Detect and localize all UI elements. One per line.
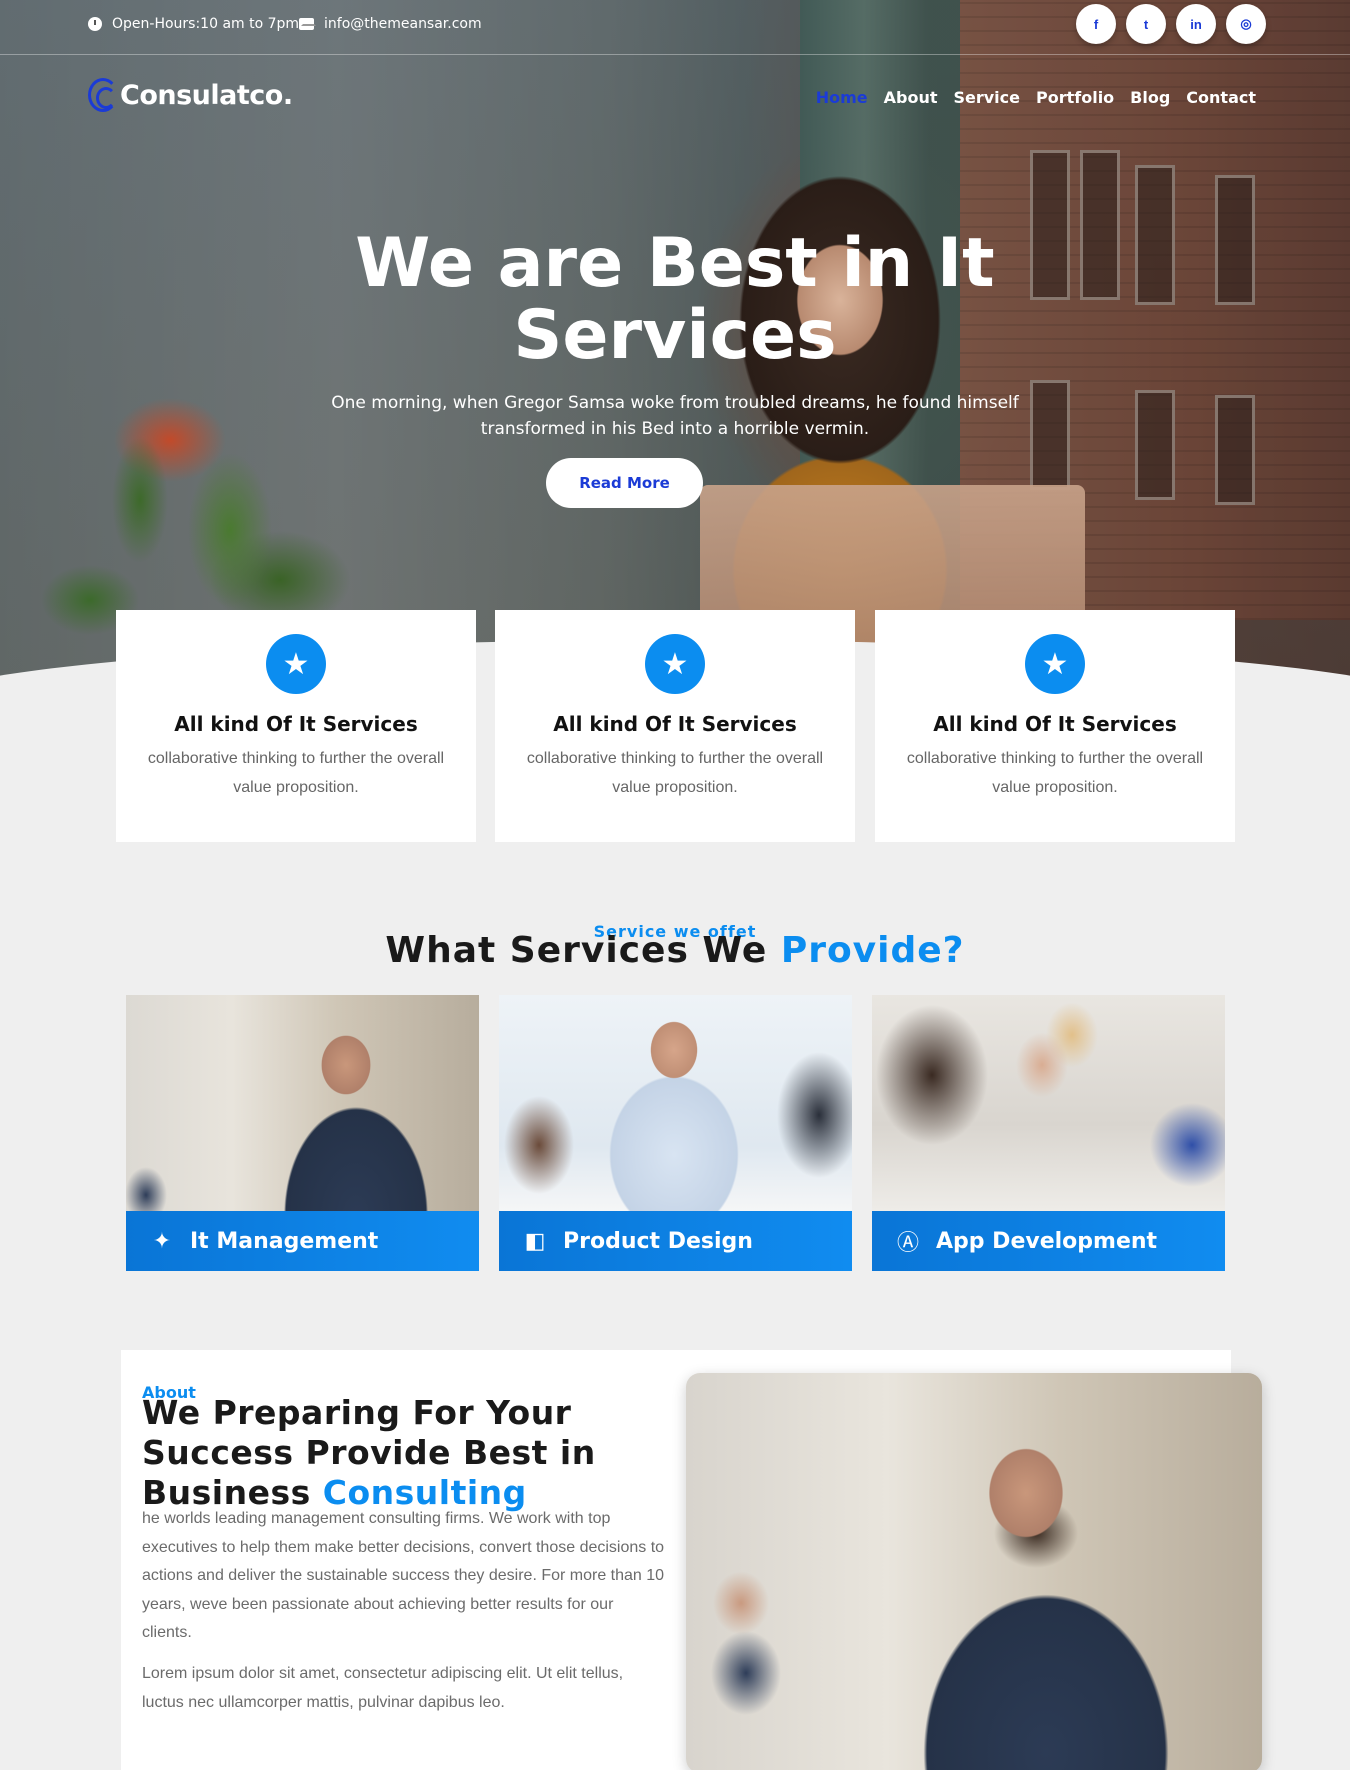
flipboard-icon: ◧ [524, 1228, 546, 1253]
service-card-product-design[interactable]: ◧ Product Design [499, 995, 852, 1271]
nav-item-about[interactable]: About [884, 88, 938, 107]
hero-title-line2: Services [513, 296, 837, 375]
logo-text: Consulatco. [120, 79, 293, 111]
feature-card: ★ All kind Of It Services collaborative … [116, 610, 476, 842]
service-card-it-management[interactable]: ✦ It Management [126, 995, 479, 1271]
feature-card: ★ All kind Of It Services collaborative … [495, 610, 855, 842]
social-links: f t in ◎ [1076, 4, 1266, 44]
services-title-text: What Services We [385, 930, 768, 971]
contact-email[interactable]: info@themeansar.com [299, 16, 482, 32]
hero-subtitle: One morning, when Gregor Samsa woke from… [225, 390, 1125, 442]
service-photo [872, 995, 1225, 1211]
feature-title: All kind Of It Services [553, 712, 797, 736]
twitter-icon[interactable]: t [1126, 4, 1166, 44]
feature-text: collaborative thinking to further the ov… [906, 750, 1204, 796]
top-bar: Open-Hours:10 am to 7pm info@themeansar.… [0, 0, 1350, 55]
about-paragraph: he worlds leading management consulting … [142, 1510, 665, 1641]
nav-item-service[interactable]: Service [953, 88, 1020, 107]
service-photo [126, 995, 479, 1211]
hero-title: We are Best in It Services [175, 228, 1175, 372]
service-label: Product Design [563, 1228, 753, 1254]
feature-text: collaborative thinking to further the ov… [147, 750, 445, 796]
star-icon: ★ [1025, 634, 1085, 694]
contact-email-text[interactable]: info@themeansar.com [324, 16, 482, 32]
logo-icon [88, 78, 118, 112]
site-logo[interactable]: Consulatco. [88, 78, 293, 112]
instagram-icon[interactable]: ◎ [1226, 4, 1266, 44]
services-title: What Services We Provide? [0, 930, 1350, 971]
facebook-icon[interactable]: f [1076, 4, 1116, 44]
envelope-icon [299, 18, 316, 30]
opening-hours: Open-Hours:10 am to 7pm [88, 16, 299, 32]
building-window [1135, 390, 1175, 500]
about-paragraph: Lorem ipsum dolor sit amet, consectetur … [142, 1665, 624, 1711]
about-title: We Preparing For Your Success Provide Be… [142, 1393, 662, 1513]
read-more-button[interactable]: Read More [546, 458, 703, 508]
feature-title: All kind Of It Services [174, 712, 418, 736]
services-title-accent: Provide? [780, 930, 965, 971]
nav-item-portfolio[interactable]: Portfolio [1036, 88, 1114, 107]
star-icon: ★ [645, 634, 705, 694]
about-photo [686, 1373, 1262, 1770]
service-label: It Management [190, 1228, 379, 1254]
main-nav: Home About Service Portfolio Blog Contac… [816, 88, 1256, 107]
app-store-icon: Ⓐ [896, 1230, 919, 1255]
hero-subtitle-line1: One morning, when Gregor Samsa woke from… [331, 393, 1019, 413]
service-label-bar: Ⓐ App Development [872, 1211, 1225, 1271]
feature-title: All kind Of It Services [933, 712, 1177, 736]
star-icon: ★ [266, 634, 326, 694]
nav-item-blog[interactable]: Blog [1130, 88, 1170, 107]
service-card-app-development[interactable]: Ⓐ App Development [872, 995, 1225, 1271]
hero-title-line1: We are Best in It [355, 224, 995, 303]
nav-item-home[interactable]: Home [816, 88, 868, 107]
building-window [1215, 395, 1255, 505]
service-photo [499, 995, 852, 1211]
clock-icon [88, 17, 102, 31]
linkedin-icon[interactable]: in [1176, 4, 1216, 44]
nav-item-contact[interactable]: Contact [1186, 88, 1256, 107]
service-label-bar: ✦ It Management [126, 1211, 479, 1271]
feature-text: collaborative thinking to further the ov… [526, 750, 824, 796]
service-label-bar: ◧ Product Design [499, 1211, 852, 1271]
feature-card: ★ All kind Of It Services collaborative … [875, 610, 1235, 842]
hero-subtitle-line2: transformed in his Bed into a horrible v… [480, 419, 870, 439]
building-window [1215, 175, 1255, 305]
service-label: App Development [936, 1228, 1158, 1254]
opening-hours-text: Open-Hours:10 am to 7pm [112, 16, 300, 32]
magic-wand-icon: ✦ [152, 1228, 172, 1253]
